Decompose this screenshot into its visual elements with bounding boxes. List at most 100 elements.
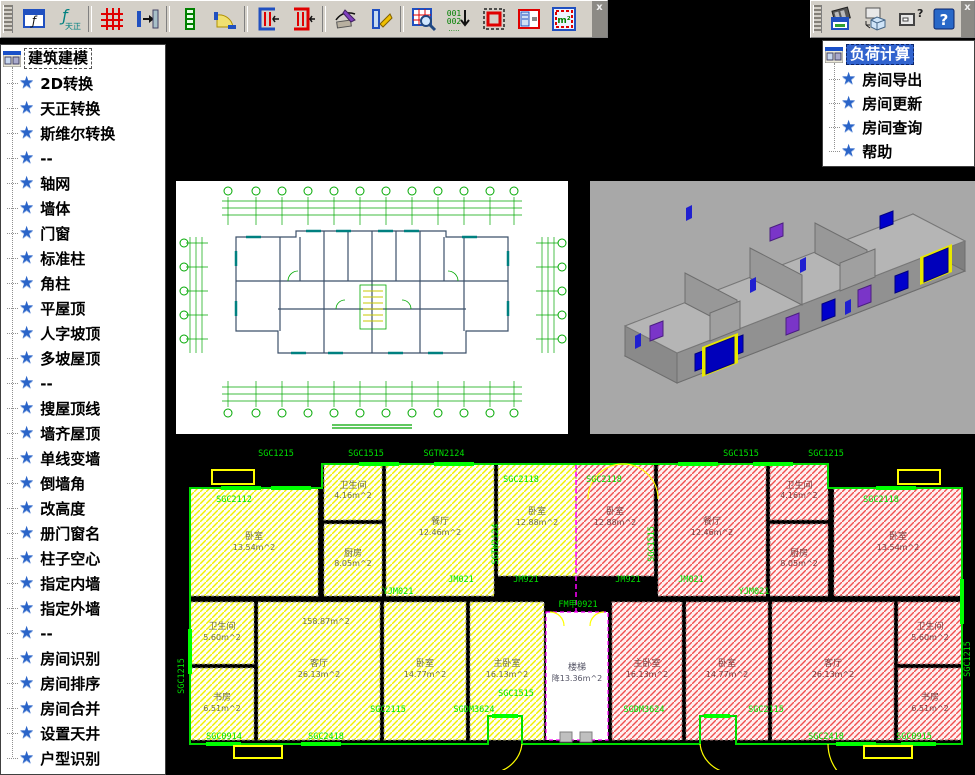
tianzheng-convert-button[interactable]: ƒ天正 [51,3,86,35]
help-icon: ? [931,6,957,32]
palette-item-room-sort[interactable]: ★房间排序 [7,671,165,696]
window-label: SGC2118 [863,495,899,505]
palette-item-change-height[interactable]: ★改高度 [7,496,165,521]
palette-item-set-outer-wall[interactable]: ★指定外墙 [7,596,165,621]
palette-item-2d-convert[interactable]: ★2D转换 [7,71,165,96]
svg-text:14.77m^2: 14.77m^2 [706,670,749,679]
window-label: SGDM3624 [454,705,495,715]
palette-item-wall-to-roof[interactable]: ★墙齐屋顶 [7,421,165,446]
palette-item-fillet-wall[interactable]: ★倒墙角 [7,471,165,496]
palette-title[interactable]: 负荷计算 [846,44,914,65]
palette-item-unit-identify[interactable]: ★户型识别 [7,746,165,771]
render-view-button[interactable] [825,3,859,35]
axis-grid-button[interactable] [94,3,129,35]
svg-text:5.60m^2: 5.60m^2 [203,633,240,642]
palette-item-room-export[interactable]: ★房间导出 [829,67,974,91]
palette-item-standard-column[interactable]: ★标准柱 [7,246,165,271]
palette-title[interactable]: 建筑建模 [24,48,92,69]
svg-text:天正: 天正 [65,22,81,31]
plan-search-button[interactable] [406,3,441,35]
toolbar-drag-handle[interactable] [813,5,822,33]
palette-window-icon [825,47,843,63]
sketch-edit-button[interactable] [328,3,363,35]
svg-text:8.05m^2: 8.05m^2 [334,559,371,568]
scale-bar [332,425,412,428]
palette-item-set-inner-wall[interactable]: ★指定内墙 [7,571,165,596]
palette-item-separator[interactable]: ★-- [7,146,165,171]
corner-window-button[interactable] [207,3,242,35]
window-label: SGC2118 [586,475,622,485]
convert-project-button[interactable]: ƒ [16,3,51,35]
palette-item-tianzheng-convert[interactable]: ★天正转换 [7,96,165,121]
svg-text:卧室: 卧室 [889,530,907,542]
palette-item-room-merge[interactable]: ★房间合并 [7,696,165,721]
model-3d-button[interactable] [859,3,893,35]
palette-item-flat-roof[interactable]: ★平屋顶 [7,296,165,321]
right-unit-rooms [576,464,962,740]
toolbar-separator [400,6,404,32]
render-view-icon [829,6,855,32]
palette-item-gable-roof[interactable]: ★人字坡顶 [7,321,165,346]
svg-text:卫生间: 卫生间 [208,620,235,632]
svg-text:26.13m^2: 26.13m^2 [812,670,855,679]
palette-item-hollow-column[interactable]: ★柱子空心 [7,546,165,571]
palette-item-search-roofline[interactable]: ★搜屋顶线 [7,396,165,421]
room-region[interactable] [190,488,318,596]
model-3d-viewport[interactable] [590,181,975,434]
svg-text:16.13m^2: 16.13m^2 [626,670,669,679]
toolbar-drag-handle[interactable] [3,5,13,33]
palette-header: 负荷计算 [823,41,974,67]
context-help-button[interactable]: ? [893,3,927,35]
svg-text:.....: ..... [448,25,459,32]
convert-project-icon: ƒ [21,6,47,32]
palette-item-help[interactable]: ★帮助 [829,139,974,163]
toolbar-close-button[interactable]: x [961,1,974,37]
palette-item-room-update[interactable]: ★房间更新 [829,91,974,115]
svg-text:13.54m^2: 13.54m^2 [877,543,920,552]
palette-item-room-identify[interactable]: ★房间识别 [7,646,165,671]
room-identify-plan-viewport[interactable]: SGC1215 SGC1515 SGTN2124 SGC2118 SGC2118… [176,444,975,770]
floor-plan-2d-viewport[interactable] [176,181,568,434]
stair-2d [360,285,386,329]
palette-item-set-patio[interactable]: ★设置天井 [7,721,165,746]
wall-create-button[interactable] [129,3,164,35]
window-label: SGC2418 [808,732,844,742]
door-window-button[interactable] [172,3,207,35]
palette-item-swell-convert[interactable]: ★斯维尔转换 [7,121,165,146]
star-icon: ★ [19,150,34,167]
room-boundary-button[interactable] [476,3,511,35]
palette-item-separator[interactable]: ★-- [7,621,165,646]
svg-text:卫生间: 卫生间 [916,620,943,632]
help-button[interactable]: ? [927,3,961,35]
palette-item-door-window[interactable]: ★门窗 [7,221,165,246]
area-measure-button[interactable]: m² [546,3,581,35]
palette-item-axis-grid[interactable]: ★轴网 [7,171,165,196]
room-manager-button[interactable] [511,3,546,35]
window-label: SGC2115 [748,705,784,715]
star-icon: ★ [841,119,856,136]
palette-item-line-to-wall[interactable]: ★单线变墙 [7,446,165,471]
star-icon: ★ [19,225,34,242]
window-label: SGC1215 [963,641,973,677]
svg-text:书房: 书房 [921,691,939,703]
palette-item-wall[interactable]: ★墙体 [7,196,165,221]
star-icon: ★ [19,325,34,342]
wall-insert-left-button[interactable] [250,3,285,35]
svg-text:14.77m^2: 14.77m^2 [404,670,447,679]
toolbar-close-button[interactable]: x [592,1,607,37]
palette-item-multi-slope-roof[interactable]: ★多坡屋顶 [7,346,165,371]
room-numbering-button[interactable]: 001002..... [441,3,476,35]
toolbar-separator [322,6,326,32]
door-label: JM921 [513,575,539,585]
palette-item-room-query[interactable]: ★房间查询 [829,115,974,139]
palette-item-corner-column[interactable]: ★角柱 [7,271,165,296]
entrance-step [580,732,592,742]
window-label: SGC0915 [896,732,932,742]
palette-item-separator[interactable]: ★-- [7,371,165,396]
room-boundary-icon [481,6,507,32]
svg-text:卫生间: 卫生间 [785,479,812,491]
wall-insert-right-button[interactable] [285,3,320,35]
window-label: SGC1515 [498,689,534,699]
column-edit-button[interactable] [363,3,398,35]
palette-item-delete-openname[interactable]: ★册门窗名 [7,521,165,546]
